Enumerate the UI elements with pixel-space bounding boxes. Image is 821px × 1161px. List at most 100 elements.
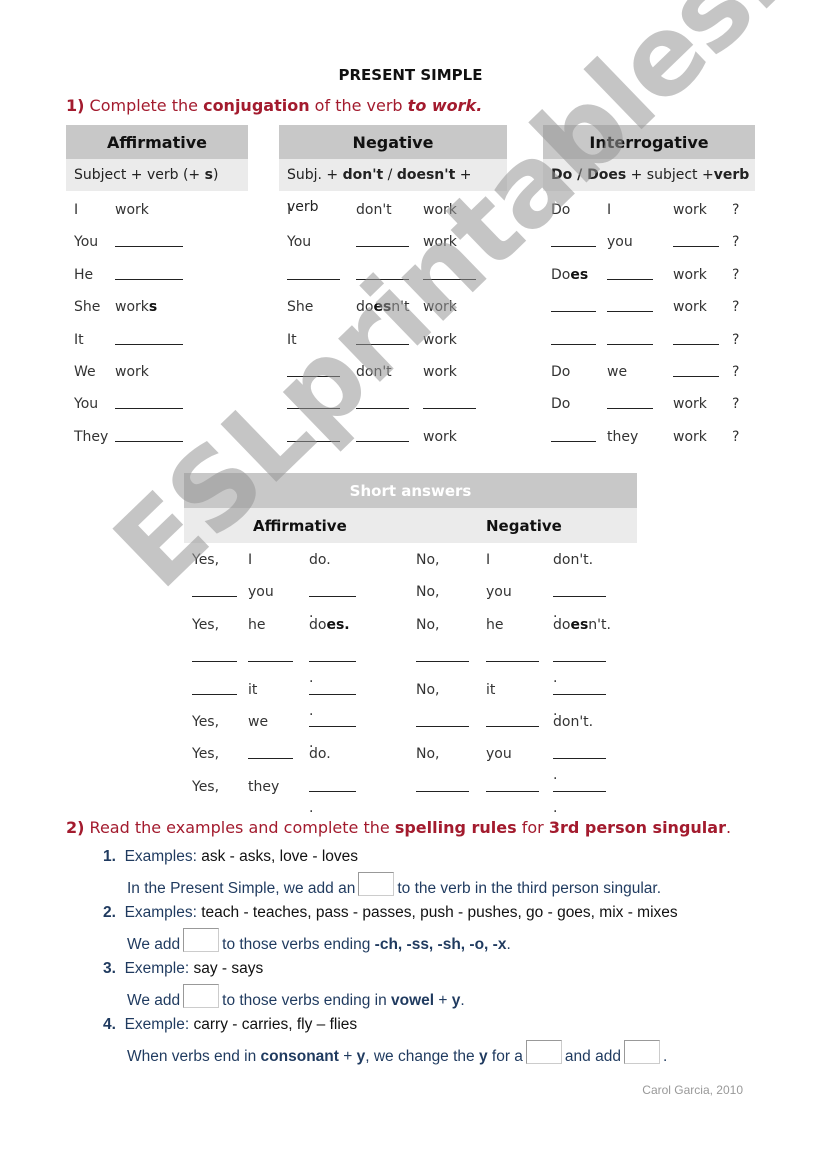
verb[interactable] — [673, 330, 719, 350]
verb[interactable] — [423, 394, 476, 414]
blank-line[interactable] — [607, 394, 653, 410]
subject[interactable] — [287, 265, 340, 285]
answer-box[interactable] — [358, 872, 395, 896]
blank-line[interactable] — [192, 680, 237, 695]
blank-line[interactable] — [115, 232, 183, 248]
blank-line[interactable] — [192, 582, 237, 598]
auxiliary[interactable] — [356, 427, 409, 447]
blank-line[interactable] — [115, 265, 183, 280]
answer-auxiliary[interactable]: . — [309, 680, 356, 719]
auxiliary[interactable] — [356, 232, 409, 252]
auxiliary[interactable] — [551, 330, 596, 350]
answer-subject[interactable] — [486, 777, 539, 797]
answer-word[interactable] — [416, 777, 469, 797]
subject[interactable] — [287, 362, 340, 382]
answer-auxiliary[interactable]: . — [309, 712, 356, 751]
blank-line[interactable] — [287, 362, 340, 377]
blank-line[interactable] — [356, 330, 409, 345]
blank-line[interactable] — [248, 744, 293, 760]
blank-line[interactable] — [486, 647, 539, 663]
blank-line[interactable] — [248, 647, 293, 663]
answer-word[interactable] — [416, 712, 469, 732]
answer-subject[interactable] — [248, 744, 293, 764]
answer-subject[interactable] — [248, 647, 293, 667]
blank-line[interactable] — [356, 394, 409, 410]
answer-auxiliary[interactable]: . — [553, 582, 606, 621]
answer-auxiliary[interactable]: . — [553, 777, 606, 816]
blank-line[interactable] — [486, 777, 539, 792]
blank-line[interactable] — [287, 427, 340, 442]
answer-auxiliary[interactable]: . — [553, 744, 606, 783]
answer-auxiliary[interactable]: . — [309, 582, 356, 621]
blank-line[interactable] — [486, 712, 539, 727]
blank-line[interactable] — [673, 362, 719, 377]
blank-line[interactable] — [673, 232, 719, 248]
verb[interactable] — [423, 265, 476, 285]
blank-line[interactable] — [416, 647, 469, 663]
blank-line[interactable] — [673, 330, 719, 345]
blank-line[interactable] — [551, 297, 596, 313]
subject[interactable] — [607, 265, 653, 285]
answer-auxiliary[interactable]: . — [553, 680, 606, 719]
answer-word[interactable] — [192, 680, 237, 700]
blank-line[interactable] — [551, 427, 596, 442]
verb[interactable] — [115, 330, 183, 350]
blank-line[interactable] — [607, 297, 653, 313]
blank-line[interactable] — [356, 265, 409, 280]
blank-line[interactable] — [553, 582, 606, 598]
blank-line[interactable] — [115, 330, 183, 345]
subject[interactable] — [607, 330, 653, 350]
auxiliary[interactable] — [551, 427, 596, 447]
blank-line[interactable] — [551, 330, 596, 345]
blank-line[interactable] — [553, 680, 606, 695]
blank-line[interactable] — [423, 394, 476, 410]
verb[interactable] — [673, 232, 719, 252]
answer-auxiliary[interactable]: . — [553, 647, 606, 686]
blank-line[interactable] — [192, 647, 237, 663]
blank-line[interactable] — [287, 394, 340, 410]
blank-line[interactable] — [115, 427, 183, 442]
subject[interactable] — [607, 297, 653, 317]
blank-line[interactable] — [287, 265, 340, 280]
answer-box[interactable] — [623, 1040, 660, 1064]
verb[interactable] — [115, 394, 183, 414]
blank-line[interactable] — [607, 330, 653, 345]
subject[interactable] — [287, 394, 340, 414]
answer-subject[interactable] — [486, 647, 539, 667]
blank-line[interactable] — [309, 582, 356, 598]
blank-line[interactable] — [309, 712, 356, 727]
blank-line[interactable] — [553, 647, 606, 663]
blank-line[interactable] — [356, 232, 409, 248]
answer-word[interactable] — [416, 647, 469, 667]
auxiliary[interactable] — [356, 330, 409, 350]
subject[interactable] — [287, 427, 340, 447]
blank-line[interactable] — [309, 777, 356, 792]
answer-auxiliary[interactable]: . — [309, 777, 356, 816]
answer-subject[interactable] — [486, 712, 539, 732]
answer-box[interactable] — [183, 984, 220, 1008]
blank-line[interactable] — [309, 647, 356, 663]
auxiliary[interactable] — [551, 232, 596, 252]
blank-line[interactable] — [607, 265, 653, 280]
verb[interactable] — [673, 362, 719, 382]
blank-line[interactable] — [551, 232, 596, 248]
verb[interactable] — [115, 232, 183, 252]
blank-line[interactable] — [423, 265, 476, 280]
subject[interactable] — [607, 394, 653, 414]
answer-auxiliary[interactable]: . — [309, 647, 356, 686]
answer-word[interactable] — [192, 582, 237, 602]
verb[interactable] — [115, 427, 183, 447]
answer-word[interactable] — [192, 647, 237, 667]
blank-line[interactable] — [309, 680, 356, 695]
auxiliary[interactable] — [356, 394, 409, 414]
answer-box[interactable] — [183, 928, 220, 952]
blank-line[interactable] — [115, 394, 183, 410]
verb[interactable] — [115, 265, 183, 285]
blank-line[interactable] — [553, 744, 606, 760]
answer-box[interactable] — [525, 1040, 562, 1064]
blank-line[interactable] — [553, 777, 606, 792]
blank-line[interactable] — [416, 777, 469, 792]
blank-line[interactable] — [356, 427, 409, 442]
auxiliary[interactable] — [551, 297, 596, 317]
blank-line[interactable] — [416, 712, 469, 727]
